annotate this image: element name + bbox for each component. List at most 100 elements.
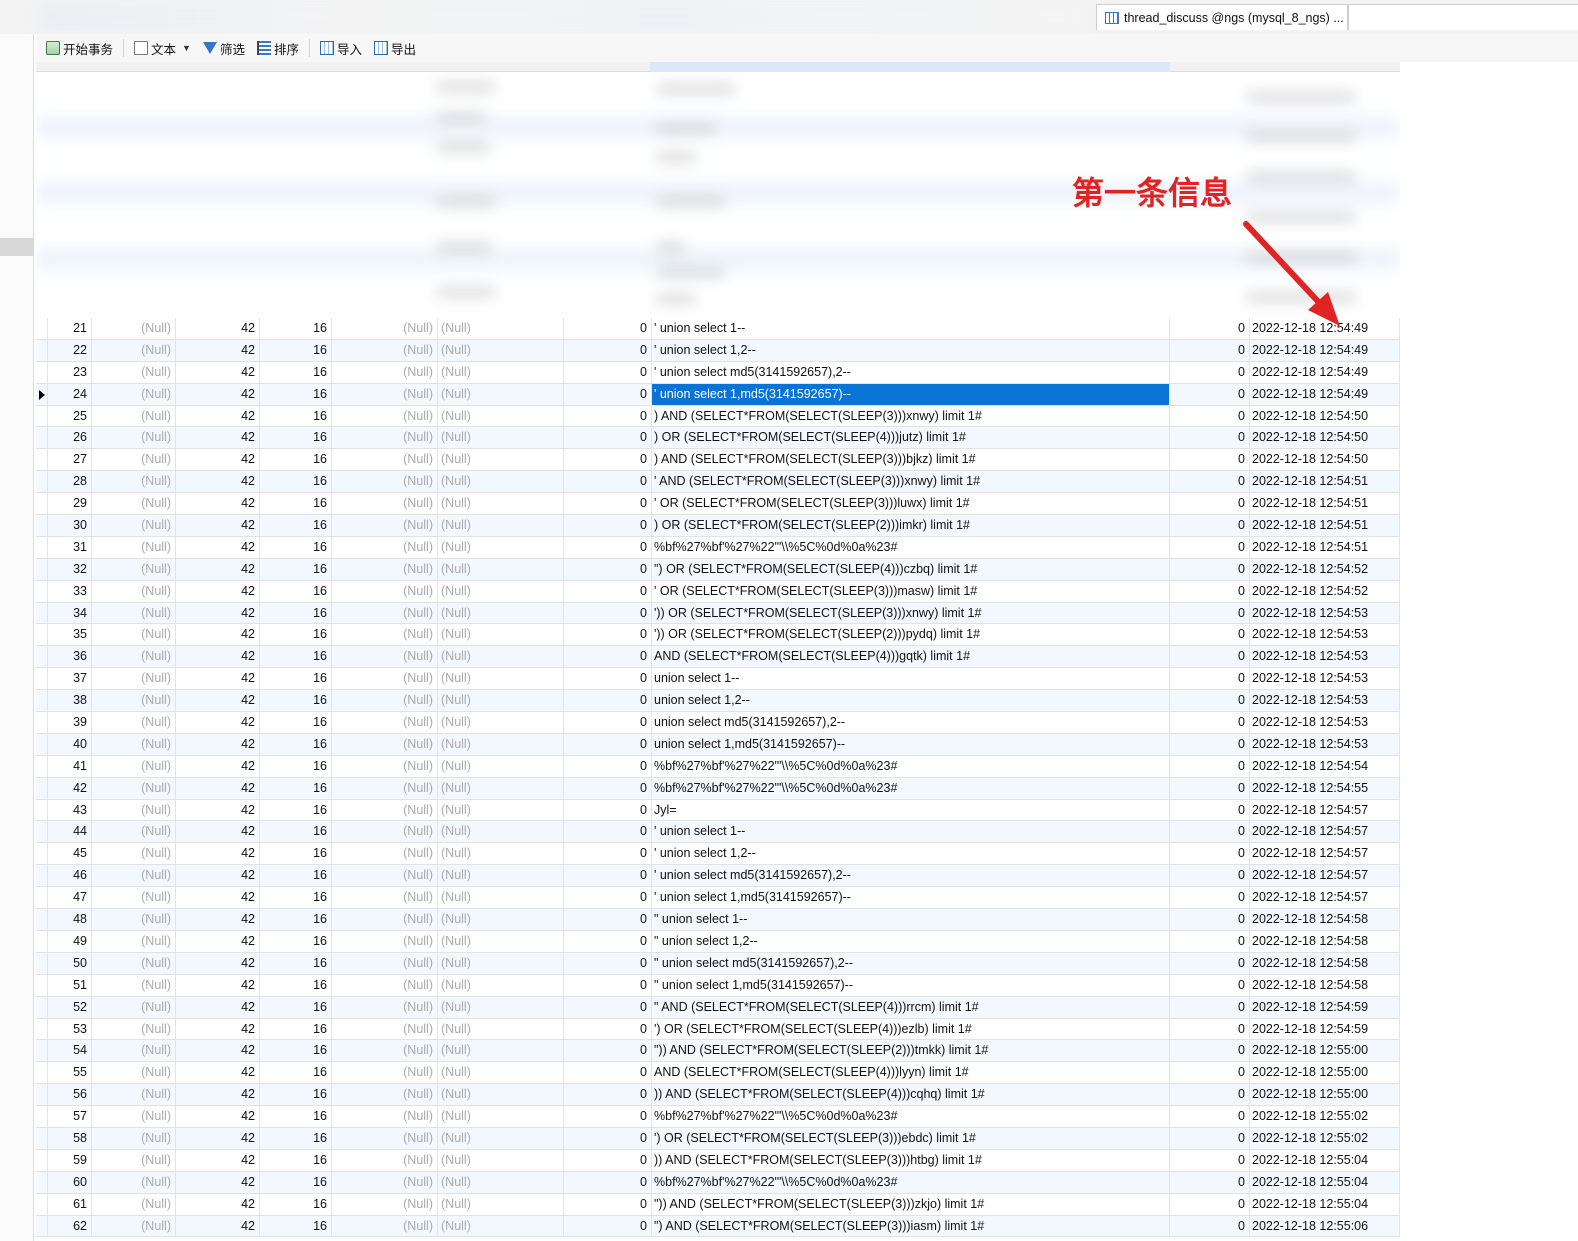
table-row[interactable]: 37 (Null) 42 16 (Null) (Null) 0 union select 1… bbox=[36, 668, 1400, 691]
cell-null[interactable]: (Null) bbox=[332, 1171, 438, 1193]
cell-value[interactable]: 0 bbox=[564, 690, 652, 712]
cell-null[interactable]: (Null) bbox=[332, 690, 438, 712]
cell-value[interactable]: 0 bbox=[564, 602, 652, 624]
cell-datetime[interactable]: 2022-12-18 12:55:00 bbox=[1250, 1084, 1400, 1106]
cell-datetime[interactable]: 2022-12-18 12:54:53 bbox=[1250, 712, 1400, 733]
cell-id[interactable]: 31 bbox=[48, 536, 92, 558]
cell-datetime[interactable]: 2022-12-18 12:54:57 bbox=[1250, 843, 1400, 865]
cell-null[interactable]: (Null) bbox=[332, 865, 438, 887]
cell-null[interactable]: (Null) bbox=[332, 843, 438, 865]
cell-null[interactable]: (Null) bbox=[438, 821, 564, 843]
cell-content[interactable]: ' union select 1,md5(3141592657)-- bbox=[652, 887, 1170, 909]
row-indicator[interactable] bbox=[36, 427, 48, 449]
cell-id[interactable]: 28 bbox=[48, 471, 92, 493]
cell-content[interactable]: ' AND (SELECT*FROM(SELECT(SLEEP(3)))xnwy… bbox=[652, 471, 1170, 493]
cell-value[interactable]: 16 bbox=[260, 909, 332, 930]
table-row[interactable]: 41 (Null) 42 16 (Null) (Null) 0 %bf%27%bf'%27%2… bbox=[36, 755, 1400, 778]
cell-null[interactable]: (Null) bbox=[438, 536, 564, 558]
cell-datetime[interactable]: 2022-12-18 12:54:58 bbox=[1250, 909, 1400, 930]
cell-value[interactable]: 0 bbox=[1170, 1018, 1250, 1040]
cell-null[interactable]: (Null) bbox=[92, 1171, 176, 1193]
cell-value[interactable]: 0 bbox=[1170, 536, 1250, 558]
cell-value[interactable]: 0 bbox=[564, 471, 652, 493]
cell-id[interactable]: 59 bbox=[48, 1149, 92, 1171]
cell-null[interactable]: (Null) bbox=[438, 690, 564, 712]
table-row[interactable]: 32 (Null) 42 16 (Null) (Null) 0 ") OR (SELECT*F… bbox=[36, 558, 1400, 581]
table-row[interactable]: 60 (Null) 42 16 (Null) (Null) 0 %bf%27%bf'%27%2… bbox=[36, 1171, 1400, 1194]
cell-id[interactable]: 45 bbox=[48, 843, 92, 865]
cell-value[interactable]: 16 bbox=[260, 1127, 332, 1149]
cell-null[interactable]: (Null) bbox=[332, 1193, 438, 1215]
cell-value[interactable]: 0 bbox=[1170, 1171, 1250, 1193]
cell-value[interactable]: 0 bbox=[564, 1149, 652, 1171]
cell-value[interactable]: 0 bbox=[564, 930, 652, 952]
cell-null[interactable]: (Null) bbox=[92, 558, 176, 580]
cell-value[interactable]: 0 bbox=[564, 712, 652, 733]
cell-null[interactable]: (Null) bbox=[92, 383, 176, 405]
row-indicator[interactable] bbox=[36, 1149, 48, 1171]
table-row[interactable]: 52 (Null) 42 16 (Null) (Null) 0 " AND (SELECT*F… bbox=[36, 996, 1400, 1019]
cell-value[interactable]: 0 bbox=[1170, 427, 1250, 449]
cell-value[interactable]: 0 bbox=[564, 1215, 652, 1237]
cell-null[interactable]: (Null) bbox=[438, 624, 564, 646]
cell-id[interactable]: 53 bbox=[48, 1018, 92, 1040]
table-row[interactable]: 48 (Null) 42 16 (Null) (Null) 0 " union select … bbox=[36, 909, 1400, 931]
cell-null[interactable]: (Null) bbox=[92, 690, 176, 712]
cell-value[interactable]: 42 bbox=[176, 777, 260, 799]
cell-value[interactable]: 42 bbox=[176, 1040, 260, 1062]
cell-null[interactable]: (Null) bbox=[438, 1106, 564, 1127]
cell-value[interactable]: 16 bbox=[260, 952, 332, 974]
cell-value[interactable]: 16 bbox=[260, 712, 332, 733]
cell-value[interactable]: 0 bbox=[1170, 361, 1250, 383]
row-indicator[interactable] bbox=[36, 996, 48, 1018]
row-indicator[interactable] bbox=[36, 383, 48, 405]
table-row[interactable]: 46 (Null) 42 16 (Null) (Null) 0 ' union select … bbox=[36, 865, 1400, 888]
cell-value[interactable]: 16 bbox=[260, 536, 332, 558]
cell-id[interactable]: 22 bbox=[48, 339, 92, 361]
cell-value[interactable]: 0 bbox=[564, 1018, 652, 1040]
cell-null[interactable]: (Null) bbox=[438, 427, 564, 449]
row-indicator[interactable] bbox=[36, 536, 48, 558]
cell-value[interactable]: 16 bbox=[260, 690, 332, 712]
cell-null[interactable]: (Null) bbox=[438, 1171, 564, 1193]
cell-datetime[interactable]: 2022-12-18 12:54:52 bbox=[1250, 558, 1400, 580]
cell-content[interactable]: ' union select 1-- bbox=[652, 821, 1170, 843]
cell-value[interactable]: 0 bbox=[564, 996, 652, 1018]
cell-value[interactable]: 0 bbox=[564, 843, 652, 865]
cell-content[interactable]: %bf%27%bf'%27%22'"\\%5C%0d%0a%23# bbox=[652, 536, 1170, 558]
cell-value[interactable]: 42 bbox=[176, 1171, 260, 1193]
cell-null[interactable]: (Null) bbox=[332, 887, 438, 909]
cell-null[interactable]: (Null) bbox=[332, 1084, 438, 1106]
cell-value[interactable]: 42 bbox=[176, 1106, 260, 1127]
cell-null[interactable]: (Null) bbox=[438, 952, 564, 974]
cell-id[interactable]: 56 bbox=[48, 1084, 92, 1106]
cell-value[interactable]: 16 bbox=[260, 887, 332, 909]
cell-value[interactable]: 0 bbox=[1170, 558, 1250, 580]
cell-null[interactable]: (Null) bbox=[332, 1040, 438, 1062]
cell-null[interactable]: (Null) bbox=[92, 755, 176, 777]
cell-value[interactable]: 16 bbox=[260, 799, 332, 821]
cell-content[interactable]: ) OR (SELECT*FROM(SELECT(SLEEP(4)))jutz)… bbox=[652, 427, 1170, 449]
cell-null[interactable]: (Null) bbox=[438, 1215, 564, 1237]
cell-value[interactable]: 42 bbox=[176, 1127, 260, 1149]
cell-value[interactable]: 0 bbox=[564, 1127, 652, 1149]
cell-null[interactable]: (Null) bbox=[332, 580, 438, 602]
cell-id[interactable]: 29 bbox=[48, 493, 92, 515]
cell-content[interactable]: Jyl= bbox=[652, 799, 1170, 821]
cell-value[interactable]: 0 bbox=[1170, 646, 1250, 668]
cell-value[interactable]: 16 bbox=[260, 339, 332, 361]
cell-content[interactable]: )) AND (SELECT*FROM(SELECT(SLEEP(4)))cqh… bbox=[652, 1084, 1170, 1106]
table-row[interactable]: 59 (Null) 42 16 (Null) (Null) 0)) AND (SELECT*… bbox=[36, 1149, 1400, 1172]
cell-id[interactable]: 61 bbox=[48, 1193, 92, 1215]
cell-id[interactable]: 23 bbox=[48, 361, 92, 383]
row-indicator[interactable] bbox=[36, 493, 48, 515]
cell-null[interactable]: (Null) bbox=[332, 1149, 438, 1171]
table-row[interactable]: 35 (Null) 42 16 (Null) (Null) 0 ')) OR (SELECT*… bbox=[36, 624, 1400, 647]
cell-id[interactable]: 21 bbox=[48, 318, 92, 339]
cell-id[interactable]: 49 bbox=[48, 930, 92, 952]
cell-value[interactable]: 42 bbox=[176, 405, 260, 427]
table-row[interactable]: 21 (Null) 42 16 (Null) (Null) 0 ' union select … bbox=[36, 318, 1400, 340]
cell-datetime[interactable]: 2022-12-18 12:54:49 bbox=[1250, 339, 1400, 361]
cell-null[interactable]: (Null) bbox=[438, 755, 564, 777]
table-row[interactable]: 26 (Null) 42 16 (Null) (Null) 0) OR (SELECT*FR… bbox=[36, 427, 1400, 450]
